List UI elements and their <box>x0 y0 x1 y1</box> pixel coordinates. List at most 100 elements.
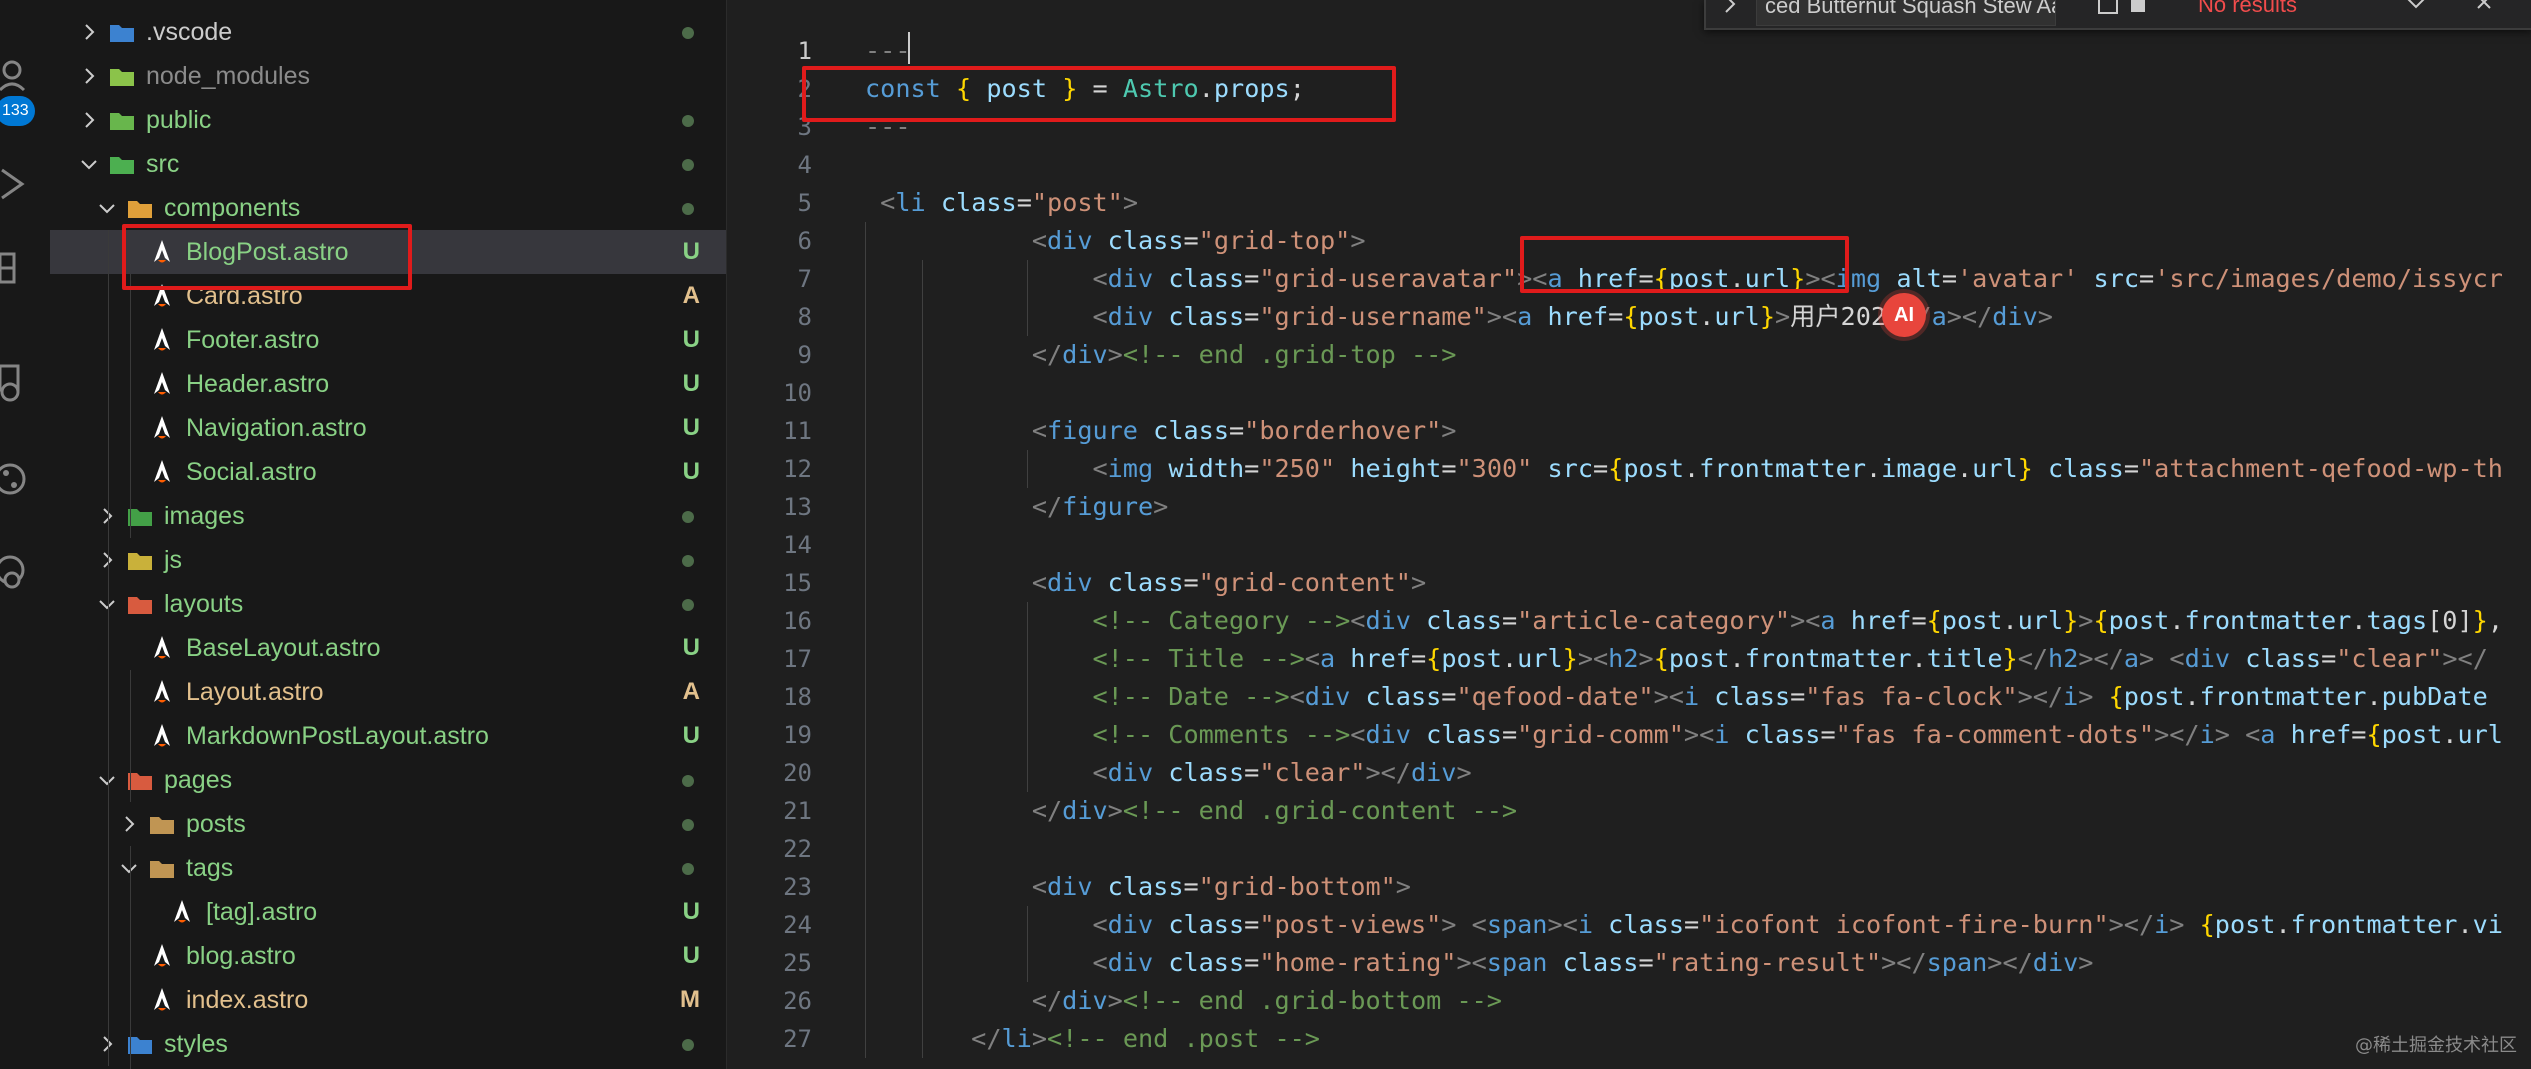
code-line[interactable]: </div><!-- end .grid-content --> <box>865 792 1517 830</box>
line-number: 26 <box>783 987 812 1015</box>
code-line[interactable]: <figure class="borderhover"> <box>865 412 1457 450</box>
code-token: < <box>1031 416 1047 445</box>
code-token: { <box>2199 910 2215 939</box>
chevron-down-icon[interactable] <box>78 153 100 175</box>
explorer-folder-tags[interactable]: tags <box>50 846 726 890</box>
explorer-folder-js[interactable]: js <box>50 538 726 582</box>
timeline-icon[interactable] <box>0 548 50 596</box>
explorer-file-navigation-astro[interactable]: Navigation.astro U <box>50 406 726 450</box>
code-line[interactable]: <div class="grid-bottom"> <box>865 868 1411 906</box>
code-token: class <box>1168 910 1245 939</box>
explorer-item-label: pages <box>164 765 233 794</box>
chevron-right-icon[interactable] <box>1720 0 1740 14</box>
code-line[interactable]: <div class="clear"></div> <box>865 754 1471 792</box>
explorer-folder-pages[interactable]: pages <box>50 758 726 802</box>
code-token: --- <box>865 36 911 65</box>
chevron-down-icon[interactable] <box>118 857 140 879</box>
explorer-file-social-astro[interactable]: Social.astro U <box>50 450 726 494</box>
explorer-file-footer-astro[interactable]: Footer.astro U <box>50 318 726 362</box>
code-token: = <box>1941 264 1958 293</box>
explorer-file-baselayout-astro[interactable]: BaseLayout.astro U <box>50 626 726 670</box>
code-line[interactable]: <div class="grid-content"> <box>865 564 1426 602</box>
ai-assistant-button[interactable]: AI <box>1882 293 1926 337</box>
git-graph-icon[interactable] <box>0 455 50 503</box>
explorer-folder-node-modules[interactable]: node_modules <box>50 54 726 98</box>
close-icon[interactable] <box>2476 0 2496 14</box>
code-line[interactable]: <!-- Title --><a href={post.url}><h2>{po… <box>865 640 2488 678</box>
code-line[interactable]: <img width="250" height="300" src={post.… <box>865 450 2502 488</box>
code-token: >< <box>1456 948 1487 977</box>
code-token: ></ <box>2442 644 2488 673</box>
match-whole-word-icon[interactable] <box>2098 0 2118 14</box>
explorer-folder-src[interactable]: src <box>50 142 726 186</box>
code-editor[interactable]: 1 2 3 4 5 6 7 8 9 10 11 12 13 14 15 16 17 18 19 20 21 22 23 24 2… <box>727 0 2531 1069</box>
code-line[interactable]: <!-- Date --><div class="qefood-date"><i… <box>865 678 2487 716</box>
chevron-down-icon[interactable] <box>96 197 118 219</box>
explorer-file-blog-astro[interactable]: blog.astro U <box>50 934 726 978</box>
explorer-folder-layouts[interactable]: layouts <box>50 582 726 626</box>
code-token: < <box>1092 302 1108 331</box>
explorer-file-header-astro[interactable]: Header.astro U <box>50 362 726 406</box>
code-token: > <box>1775 302 1791 331</box>
explorer-folder-styles[interactable]: styles <box>50 1022 726 1066</box>
explorer-file-tag-astro[interactable]: [tag].astro U <box>50 890 726 934</box>
git-status-badge: U <box>682 942 700 969</box>
find-widget[interactable]: ced Butternut Squash Stew Aa No results <box>1704 0 2531 30</box>
run-debug-icon[interactable] <box>0 160 50 208</box>
code-token: a <box>1319 644 1336 673</box>
account-icon[interactable] <box>0 50 50 98</box>
find-input[interactable]: ced Butternut Squash Stew Aa <box>1756 0 2056 26</box>
code-line[interactable]: <div class="home-rating"><span class="ra… <box>865 944 2093 982</box>
git-status-badge: U <box>682 414 700 441</box>
code-line[interactable]: </figure> <box>865 488 1169 526</box>
chevron-right-icon[interactable] <box>96 549 118 571</box>
code-token: div <box>1046 226 1093 255</box>
use-regex-icon[interactable] <box>2131 0 2145 12</box>
code-line[interactable]: <div class="grid-top"> <box>865 222 1366 260</box>
chevron-down-icon[interactable] <box>96 593 118 615</box>
chevron-right-icon[interactable] <box>78 109 100 131</box>
code-line[interactable]: <div class="grid-username"><a href={post… <box>865 298 2052 336</box>
arrow-down-icon[interactable] <box>2406 0 2426 12</box>
explorer-item-label: Navigation.astro <box>186 413 367 442</box>
chevron-down-icon[interactable] <box>96 769 118 791</box>
code-line[interactable]: <div class="post-views"> <span><i class=… <box>865 906 2503 944</box>
code-line[interactable]: </li><!-- end .post --> <box>865 1020 1320 1058</box>
code-line[interactable]: <!-- Category --><div class="article-cat… <box>865 602 2503 640</box>
code-token: . <box>2351 606 2367 635</box>
code-line[interactable]: <li class="post"> <box>865 184 1138 222</box>
explorer-folder-posts[interactable]: posts <box>50 802 726 846</box>
src-folder-icon <box>108 150 136 178</box>
chevron-right-icon[interactable] <box>118 813 140 835</box>
chevron-right-icon[interactable] <box>78 21 100 43</box>
code-token: class <box>1153 416 1229 445</box>
remote-explorer-icon[interactable] <box>0 360 50 408</box>
explorer-file-layout-astro[interactable]: Layout.astro A <box>50 670 726 714</box>
explorer-file-index-astro[interactable]: index.astro M <box>50 978 726 1022</box>
highlight-box-href <box>1520 236 1849 293</box>
git-status-dot <box>682 159 694 171</box>
code-line[interactable]: </div><!-- end .grid-bottom --> <box>865 982 1502 1020</box>
chevron-right-icon[interactable] <box>96 1033 118 1055</box>
code-token: height <box>1350 454 1442 483</box>
chevron-right-icon[interactable] <box>78 65 100 87</box>
code-token: div <box>1046 872 1093 901</box>
explorer-folder-vscode[interactable]: .vscode <box>50 10 726 54</box>
code-token: span <box>1486 948 1548 977</box>
explorer-folder-public[interactable]: public <box>50 98 726 142</box>
extensions-icon[interactable] <box>0 250 50 298</box>
chevron-right-icon[interactable] <box>96 505 118 527</box>
git-status-dot <box>682 511 694 523</box>
code-token: = <box>1244 910 1260 939</box>
code-line[interactable]: </div><!-- end .grid-top --> <box>865 336 1457 374</box>
code-line[interactable]: --- <box>865 32 911 70</box>
explorer-file-markdownpostlayout-astro[interactable]: MarkdownPostLayout.astro U <box>50 714 726 758</box>
explorer-folder-images[interactable]: images <box>50 494 726 538</box>
git-status-dot <box>682 27 694 39</box>
code-line[interactable]: <!-- Comments --><div class="grid-comm">… <box>865 716 2502 754</box>
git-status-dot <box>682 819 694 831</box>
